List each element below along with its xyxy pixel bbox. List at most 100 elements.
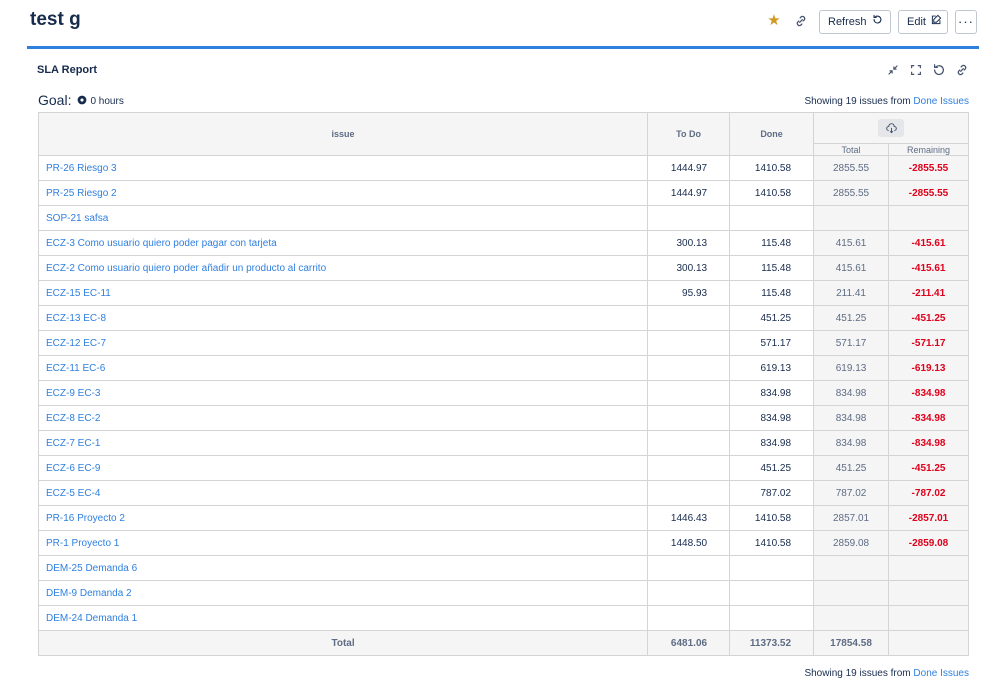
done-cell	[729, 580, 815, 606]
table-row: ECZ-15 EC-11 95.93 115.48 211.41 -211.41	[37, 280, 969, 306]
table-row: DEM-9 Demanda 2	[37, 580, 969, 606]
header-todo[interactable]: To Do	[647, 112, 731, 156]
todo-cell: 300.13	[647, 255, 731, 281]
done-cell: 115.48	[729, 255, 815, 281]
remaining-cell: -834.98	[888, 430, 969, 456]
remaining-cell	[888, 580, 969, 606]
footer-label: Total	[37, 630, 649, 656]
refresh-button[interactable]: Refresh	[819, 10, 891, 34]
gadget-title: SLA Report	[37, 64, 98, 76]
goal: Goal: 0 hours	[38, 92, 124, 108]
table-footer-row: Total 6481.06 11373.52 17854.58	[37, 630, 969, 656]
done-cell: 451.25	[729, 455, 815, 481]
remaining-cell: -834.98	[888, 405, 969, 431]
done-cell: 115.48	[729, 230, 815, 256]
todo-cell: 1448.50	[647, 530, 731, 556]
table-row: PR-26 Riesgo 3 1444.97 1410.58 2855.55 -2855…	[37, 155, 969, 181]
issue-link[interactable]: ECZ-2 Como usuario quiero poder añadir u…	[37, 255, 649, 281]
total-cell: 2859.08	[813, 530, 890, 556]
done-cell: 619.13	[729, 355, 815, 381]
issue-link[interactable]: ECZ-15 EC-11	[37, 280, 649, 306]
remaining-cell	[888, 555, 969, 581]
page-title: test g	[30, 9, 81, 30]
remaining-cell: -619.13	[888, 355, 969, 381]
sla-report-gadget: SLA Report Goal: 0 hours Showing 19 issu…	[27, 46, 979, 680]
issue-link[interactable]: ECZ-9 EC-3	[37, 380, 649, 406]
edit-label: Edit	[907, 16, 926, 28]
done-cell	[729, 555, 815, 581]
fullscreen-icon[interactable]	[909, 63, 923, 77]
issue-link[interactable]: ECZ-7 EC-1	[37, 430, 649, 456]
total-cell: 2857.01	[813, 505, 890, 531]
minimize-icon[interactable]	[886, 63, 900, 77]
showing-summary-bottom: Showing 19 issues from Done Issues	[804, 668, 969, 679]
edit-icon	[931, 11, 942, 33]
done-cell: 1410.58	[729, 180, 815, 206]
total-cell: 619.13	[813, 355, 890, 381]
remaining-cell: -571.17	[888, 330, 969, 356]
issue-link[interactable]: PR-26 Riesgo 3	[37, 155, 649, 181]
refresh-gadget-icon[interactable]	[932, 63, 946, 77]
table-row: ECZ-2 Como usuario quiero poder añadir u…	[37, 255, 969, 281]
issue-link[interactable]: PR-1 Proyecto 1	[37, 530, 649, 556]
issue-link[interactable]: DEM-25 Demanda 6	[37, 555, 649, 581]
done-cell: 787.02	[729, 480, 815, 506]
total-cell: 415.61	[813, 230, 890, 256]
header-done[interactable]: Done	[729, 112, 815, 156]
header-total[interactable]: Total	[813, 143, 890, 156]
sla-table: issue To Do Done Total Remaining PR-26 R…	[37, 112, 969, 656]
issue-link[interactable]: PR-16 Proyecto 2	[37, 505, 649, 531]
table-row: PR-1 Proyecto 1 1448.50 1410.58 2859.08 -285…	[37, 530, 969, 556]
remaining-cell: -2859.08	[888, 530, 969, 556]
issue-link[interactable]: PR-25 Riesgo 2	[37, 180, 649, 206]
issue-link[interactable]: ECZ-6 EC-9	[37, 455, 649, 481]
export-cell	[813, 112, 969, 144]
header-remaining[interactable]: Remaining	[888, 143, 969, 156]
goal-label: Goal:	[38, 92, 72, 108]
issue-link[interactable]: DEM-24 Demanda 1	[37, 605, 649, 631]
total-cell	[813, 605, 890, 631]
done-cell: 834.98	[729, 430, 815, 456]
todo-cell	[647, 455, 731, 481]
showing-summary-top: Showing 19 issues from Done Issues	[804, 96, 969, 107]
todo-cell: 1446.43	[647, 505, 731, 531]
issue-link[interactable]: ECZ-3 Como usuario quiero poder pagar co…	[37, 230, 649, 256]
more-options-button[interactable]: ···	[955, 10, 977, 34]
showing-text: Showing 19 issues from	[804, 668, 911, 679]
done-issues-link[interactable]: Done Issues	[913, 668, 969, 679]
gadget-link-icon[interactable]	[955, 63, 969, 77]
total-cell	[813, 205, 890, 231]
footer-done: 11373.52	[729, 630, 815, 656]
dashboard-header: test g ★ Refresh Edit ···	[0, 0, 999, 44]
showing-text: Showing 19 issues from	[804, 96, 911, 107]
remaining-cell: -451.25	[888, 455, 969, 481]
issue-link[interactable]: ECZ-11 EC-6	[37, 355, 649, 381]
edit-button[interactable]: Edit	[898, 10, 948, 34]
total-cell: 834.98	[813, 405, 890, 431]
star-icon[interactable]: ★	[766, 13, 782, 29]
done-cell: 1410.58	[729, 505, 815, 531]
refresh-label: Refresh	[828, 16, 867, 28]
link-icon[interactable]	[794, 14, 810, 30]
issue-link[interactable]: DEM-9 Demanda 2	[37, 580, 649, 606]
done-issues-link[interactable]: Done Issues	[913, 96, 969, 107]
issue-link[interactable]: ECZ-5 EC-4	[37, 480, 649, 506]
issue-link[interactable]: SOP-21 safsa	[37, 205, 649, 231]
remaining-cell: -211.41	[888, 280, 969, 306]
todo-cell	[647, 330, 731, 356]
table-row: DEM-25 Demanda 6	[37, 555, 969, 581]
header-issue[interactable]: issue	[37, 112, 649, 156]
done-cell: 834.98	[729, 380, 815, 406]
remaining-cell: -2855.55	[888, 155, 969, 181]
todo-cell: 1444.97	[647, 155, 731, 181]
done-cell: 451.25	[729, 305, 815, 331]
todo-cell	[647, 205, 731, 231]
cloud-download-icon[interactable]	[878, 119, 905, 137]
remaining-cell: -787.02	[888, 480, 969, 506]
table-row: SOP-21 safsa	[37, 205, 969, 231]
issue-link[interactable]: ECZ-13 EC-8	[37, 305, 649, 331]
issue-link[interactable]: ECZ-8 EC-2	[37, 405, 649, 431]
footer-total: 17854.58	[813, 630, 890, 656]
issue-link[interactable]: ECZ-12 EC-7	[37, 330, 649, 356]
todo-cell: 1444.97	[647, 180, 731, 206]
